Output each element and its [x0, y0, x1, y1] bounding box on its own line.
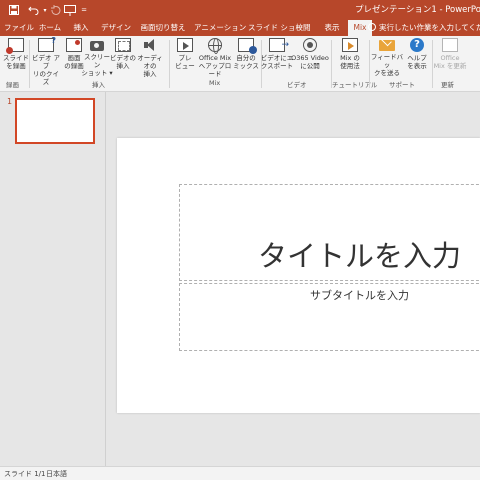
- mail-icon: [379, 40, 395, 51]
- tutorial-icon: [342, 38, 358, 52]
- mix-howto-label: Mix の 使用法: [340, 54, 360, 70]
- record-slide-icon: [6, 38, 24, 54]
- tab-slideshow[interactable]: スライド ショー: [248, 20, 303, 36]
- o365-video-button[interactable]: O365 Video に公開: [291, 38, 329, 82]
- ribbon: スライド を録画 録画 ビデオ アプ リのクイズ 画面 の録画 スクリーン ショ…: [0, 36, 480, 92]
- update-icon: [442, 38, 458, 52]
- preview-icon: [177, 38, 193, 52]
- group-label-update: 更新: [441, 81, 454, 89]
- slide-indicator: スライド 1/1: [4, 470, 46, 478]
- help-icon: ?: [410, 38, 424, 52]
- title-bar: ▾ = プレゼンテーション1 - PowerPoint: [0, 0, 480, 20]
- status-bar: スライド 1/1 日本語: [0, 466, 480, 480]
- tell-me-search[interactable]: 実行したい作業を入力してください: [368, 20, 480, 36]
- record-slide-button[interactable]: スライド を録画: [0, 38, 32, 82]
- feedback-label: フィードバッ クを送る: [370, 53, 404, 77]
- tab-insert[interactable]: 挿入: [70, 20, 92, 36]
- tab-transitions[interactable]: 画面切り替え: [138, 20, 188, 36]
- export-video-label: ビデオにエ クスポート: [260, 54, 294, 70]
- slide-canvas[interactable]: タイトルを入力 サブタイトルを入力: [117, 138, 480, 413]
- office-mix-upload-label: Office Mix へアップロード: [198, 54, 232, 78]
- screen-record-icon: [66, 38, 82, 52]
- export-video-button[interactable]: ビデオにエ クスポート: [260, 38, 294, 82]
- help-label: ヘルプ を表示: [407, 54, 427, 70]
- redo-icon[interactable]: [50, 3, 62, 17]
- slide-thumbnail-pane: 1: [0, 92, 106, 466]
- subtitle-placeholder-text: サブタイトルを入力: [310, 289, 409, 302]
- undo-icon[interactable]: [26, 3, 40, 17]
- present-from-start-icon[interactable]: [63, 3, 77, 17]
- help-button[interactable]: ? ヘルプ を表示: [401, 38, 433, 82]
- thumb-number: 1: [7, 97, 13, 106]
- group-label-insert: 挿入: [92, 81, 105, 89]
- my-mixes-button[interactable]: 自分の ミックス: [230, 38, 262, 82]
- title-placeholder[interactable]: タイトルを入力: [179, 184, 480, 281]
- undo-dropdown-icon[interactable]: ▾: [41, 3, 49, 17]
- group-label-support: サポート: [389, 81, 415, 89]
- tab-view[interactable]: 表示: [321, 20, 343, 36]
- powerpoint-window: ▾ = プレゼンテーション1 - PowerPoint ファイル ホーム 挿入 …: [0, 0, 480, 480]
- language-indicator[interactable]: 日本語: [46, 469, 67, 479]
- save-icon[interactable]: [8, 3, 20, 17]
- slide-thumbnail[interactable]: [15, 98, 95, 144]
- lightbulb-icon: [368, 23, 376, 31]
- title-placeholder-text: タイトルを入力: [258, 239, 462, 273]
- ribbon-tabs: ファイル ホーム 挿入 デザイン 画面切り替え アニメーション スライド ショー…: [0, 20, 480, 36]
- my-mixes-icon: [238, 38, 257, 54]
- feedback-button[interactable]: フィードバッ クを送る: [370, 38, 404, 82]
- tab-animations[interactable]: アニメーション: [194, 20, 246, 36]
- group-label-video: ビデオ: [287, 81, 307, 89]
- customize-qat-icon[interactable]: =: [80, 3, 88, 17]
- video-icon: [115, 38, 131, 52]
- group-label-mix: Mix: [209, 79, 221, 87]
- o365-video-icon: [303, 38, 317, 52]
- tab-home[interactable]: ホーム: [38, 20, 62, 36]
- my-mixes-label: 自分の ミックス: [233, 54, 259, 70]
- export-video-icon: [269, 38, 289, 52]
- globe-upload-icon: [208, 38, 222, 54]
- mix-howto-button[interactable]: Mix の 使用法: [334, 38, 366, 82]
- office-mix-upload-button[interactable]: Office Mix へアップロード: [196, 38, 234, 82]
- tab-file[interactable]: ファイル: [4, 20, 34, 36]
- insert-audio-label: オーディオの 挿入: [137, 54, 163, 78]
- o365-video-label: O365 Video に公開: [291, 54, 329, 70]
- tab-review[interactable]: 校閲: [292, 20, 314, 36]
- window-title: プレゼンテーション1 - PowerPoint: [355, 5, 480, 15]
- tab-design[interactable]: デザイン: [101, 20, 131, 36]
- quiz-icon: [38, 36, 56, 52]
- update-mix-button[interactable]: Office Mix を更新: [433, 38, 467, 82]
- update-mix-label: Office Mix を更新: [433, 54, 467, 70]
- subtitle-placeholder[interactable]: サブタイトルを入力: [179, 283, 480, 351]
- group-label-recording: 録画: [6, 81, 19, 89]
- camera-icon: [90, 41, 104, 51]
- record-slide-label: スライド を録画: [3, 54, 29, 70]
- tell-me-placeholder: 実行したい作業を入力してください: [379, 23, 480, 32]
- insert-audio-button[interactable]: オーディオの 挿入: [134, 38, 166, 82]
- speaker-icon: [142, 38, 158, 52]
